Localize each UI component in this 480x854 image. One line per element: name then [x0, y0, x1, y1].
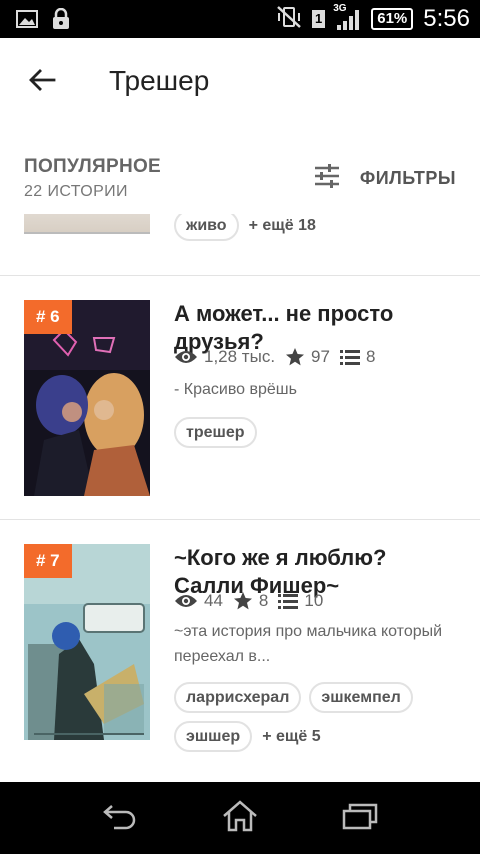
- back-nav-button[interactable]: [96, 800, 144, 836]
- home-nav-icon: [222, 799, 258, 837]
- tag-chip[interactable]: живо: [174, 214, 239, 241]
- list-item[interactable]: живо + ещё 18: [0, 214, 480, 276]
- parts-count: 10: [304, 591, 324, 610]
- more-tags[interactable]: + ещё 5: [262, 721, 320, 752]
- votes-count: 8: [258, 591, 269, 610]
- filter-label: ФИЛЬТРЫ: [359, 168, 456, 188]
- views-count: 1,28 тыс.: [204, 347, 276, 366]
- page-title: Трешер: [109, 65, 210, 96]
- star-icon: [286, 348, 305, 366]
- signal-icon: 3G: [333, 3, 361, 31]
- no-vibrate-icon: [276, 5, 302, 34]
- tag-chip[interactable]: эшкемпел: [309, 682, 413, 713]
- story-cover[interactable]: [24, 214, 150, 234]
- filter-button[interactable]: ФИЛЬТРЫ: [314, 164, 456, 193]
- network-type: 3G: [333, 3, 347, 14]
- story-description: ~эта история про мальчика который переех…: [174, 623, 443, 665]
- status-bar: 1 3G 61% 5:56: [0, 0, 480, 38]
- votes-count: 97: [311, 347, 330, 366]
- eye-icon: [175, 595, 197, 607]
- votes-stat: 97: [285, 347, 330, 367]
- tag-chip[interactable]: ларрисхерал: [174, 682, 302, 713]
- story-description: - Красиво врёшь: [174, 381, 297, 398]
- story-stats: 1,28 тыс. 97 8: [174, 347, 385, 367]
- story-stats: 44 8 10: [174, 591, 333, 611]
- list-icon: [278, 594, 299, 609]
- recents-nav-button[interactable]: [336, 800, 384, 836]
- eye-icon: [175, 351, 197, 363]
- parts-stat: 8: [339, 347, 376, 367]
- sort-label[interactable]: ПОПУЛЯРНОЕ: [24, 156, 161, 178]
- story-count: 22 ИСТОРИИ: [24, 183, 128, 200]
- battery-icon: 61%: [371, 8, 414, 30]
- views-stat: 44: [174, 591, 223, 611]
- votes-stat: 8: [233, 591, 268, 611]
- sim-icon: 1: [312, 10, 326, 28]
- story-cover[interactable]: # 7: [24, 544, 150, 740]
- more-tags[interactable]: + ещё 18: [249, 214, 316, 241]
- recents-nav-icon: [342, 802, 378, 835]
- story-list[interactable]: живо + ещё 18 # 6 А может... не просто д…: [0, 214, 480, 782]
- tag-list: ларрисхерал эшкемпел эшшер + ещё 5: [174, 682, 464, 752]
- clock: 5:56: [423, 5, 470, 32]
- list-item[interactable]: # 6 А может... не просто друзья? 1,28 ты…: [0, 276, 480, 520]
- tag-chip[interactable]: трешер: [174, 417, 257, 448]
- image-icon: [16, 9, 38, 34]
- app-bar: Трешер: [0, 38, 480, 124]
- home-nav-button[interactable]: [216, 799, 264, 837]
- tag-chip[interactable]: эшшер: [174, 721, 253, 752]
- lock-icon: [52, 7, 70, 35]
- back-nav-icon: [102, 802, 138, 835]
- list-item[interactable]: # 7 ~Кого же я люблю? Салли Фишер~ 44 8 …: [0, 520, 480, 782]
- arrow-back-icon: [28, 68, 56, 97]
- rank-badge: # 6: [24, 300, 72, 334]
- views-stat: 1,28 тыс.: [174, 347, 275, 367]
- back-button[interactable]: [24, 64, 60, 100]
- star-icon: [233, 592, 252, 610]
- tag-list: трешер: [174, 417, 464, 448]
- parts-count: 8: [365, 347, 376, 366]
- views-count: 44: [204, 591, 223, 610]
- sliders-icon: [314, 164, 340, 193]
- list-icon: [339, 350, 360, 365]
- story-cover[interactable]: # 6: [24, 300, 150, 496]
- list-header: ПОПУЛЯРНОЕ 22 ИСТОРИИ ФИЛЬТРЫ: [0, 124, 480, 214]
- system-nav-bar: [0, 782, 480, 854]
- rank-badge: # 7: [24, 544, 72, 578]
- parts-stat: 10: [278, 591, 323, 611]
